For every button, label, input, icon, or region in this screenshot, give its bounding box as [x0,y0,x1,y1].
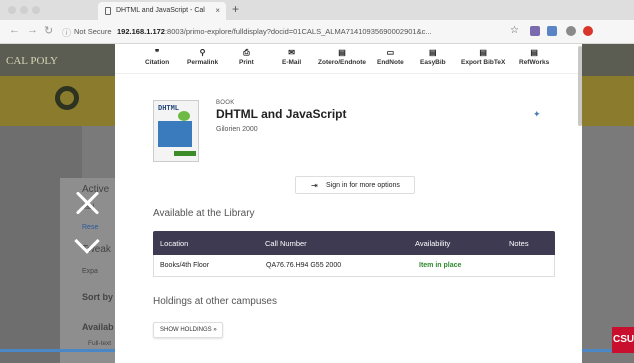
cover-image [158,121,192,147]
reload-icon[interactable]: ↻ [44,24,53,37]
print-icon: ⎙ [243,48,250,57]
table-row[interactable]: Books/4th Floor QA76.76.H94 G55 2000 Ite… [153,255,555,277]
browser-tab[interactable]: DHTML and JavaScript - Cal × [98,2,226,20]
endnote-button[interactable]: ▭ EndNote [377,48,404,66]
show-holdings-button[interactable]: SHOW HOLDINGS » [153,322,223,338]
pin-icon[interactable]: ✦ [533,109,541,120]
scrollbar[interactable] [578,46,582,126]
extension-icon[interactable] [530,26,540,36]
easybib-icon: ▤ [429,48,437,57]
minimize-window-button[interactable] [20,6,28,14]
endnote-icon: ▭ [386,48,395,57]
facet-label: Full-text [88,340,112,347]
sign-in-button[interactable]: ⇥ Sign in for more options [295,176,415,194]
cover-badge-icon [178,111,190,121]
primo-logo-icon [55,86,79,110]
holdings-table-header: Location Call Number Availability Notes [153,231,555,255]
profile-avatar-icon[interactable] [566,26,576,36]
record-type: BOOK [216,100,235,106]
bookmark-star-icon[interactable]: ☆ [510,25,519,36]
zotero-icon: ▤ [338,48,346,57]
csu-badge: CSU [612,327,634,353]
email-button[interactable]: ✉ E-Mail [282,48,301,66]
refworks-button[interactable]: ▤ RefWorks [519,48,549,66]
quote-icon: ❞ [154,48,160,57]
easybib-button[interactable]: ▤ EasyBib [420,48,446,66]
expand-checkbox-label[interactable]: Expa [82,268,98,275]
info-icon: ⓘ [62,28,72,38]
column-header: Notes [509,239,529,248]
tab-close-icon[interactable]: × [215,6,220,15]
close-window-button[interactable] [8,6,16,14]
available-heading: Available at the Library [153,208,255,219]
extension-icon[interactable] [547,26,557,36]
site-logo: CAL POLY [6,55,58,67]
security-label: Not Secure [74,27,112,36]
cover-strip [174,151,196,156]
record-publisher: Gilorien 2000 [216,126,258,133]
forward-icon[interactable]: → [27,24,38,36]
tab-strip: DHTML and JavaScript - Cal × + [0,0,634,20]
column-header: Call Number [265,239,307,248]
availability-cell: Item in place [419,262,462,269]
maximize-window-button[interactable] [32,6,40,14]
refworks-icon: ▤ [530,48,538,57]
zotero-endnote-button[interactable]: ▤ Zotero/Endnote [318,48,366,66]
document-icon [105,7,111,15]
back-icon[interactable]: ← [9,24,20,36]
citation-button[interactable]: ❞ Citation [145,48,169,66]
column-header: Location [160,239,189,248]
permalink-button[interactable]: ⚲ Permalink [187,48,218,66]
close-icon[interactable] [74,190,100,216]
mail-icon: ✉ [288,48,295,57]
record-title: DHTML and JavaScript [216,107,347,121]
tab-title: DHTML and JavaScript - Cal [116,7,205,14]
book-cover: DHTML [153,100,199,162]
location-cell: Books/4th Floor [160,262,210,269]
sort-by-label: Sort by [82,292,114,302]
print-button[interactable]: ⎙ Print [239,48,254,66]
export-bibtex-button[interactable]: ▤ Export BibTeX [461,48,505,66]
facet-label: Availab [82,322,114,332]
bibtex-icon: ▤ [479,48,487,57]
link-icon: ⚲ [199,48,206,57]
cover-title: DHTML [158,105,180,113]
address-bar: ← → ↻ ⓘ Not Secure 192.168.1.172:8003/pr… [0,20,634,44]
new-tab-button[interactable]: + [232,2,239,16]
call-number-cell: QA76.76.H94 G55 2000 [266,262,342,269]
url-field[interactable]: 192.168.1.172:8003/primo-explore/fulldis… [117,24,502,40]
full-display-panel: ❞ Citation ⚲ Permalink ⎙ Print ✉ E-Mail ▤ Zot… [115,44,582,363]
browser-window: DHTML and JavaScript - Cal × + ← → ↻ ⓘ N… [0,0,634,363]
holdings-heading: Holdings at other campuses [153,296,277,307]
column-header: Availability [415,239,451,248]
send-to-actions: ❞ Citation ⚲ Permalink ⎙ Print ✉ E-Mail ▤ Zot… [115,44,582,74]
extension-icon[interactable] [583,26,593,36]
sign-in-icon: ⇥ [311,181,318,190]
